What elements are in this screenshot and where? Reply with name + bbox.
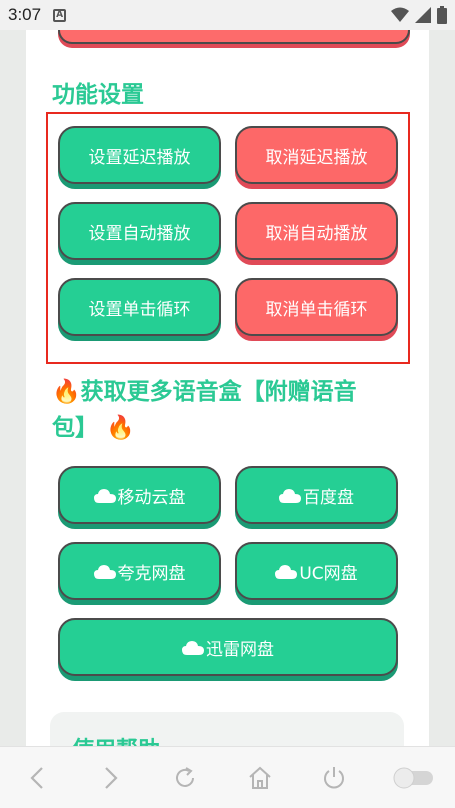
- signal-icon: [415, 7, 431, 23]
- bottom-nav: [0, 746, 455, 808]
- set-click-loop-button[interactable]: 设置单击循环: [58, 278, 221, 336]
- baidu-pan-button[interactable]: 百度盘: [235, 466, 398, 524]
- help-title: 使用帮助: [72, 732, 160, 746]
- status-time: 3:07: [8, 5, 42, 24]
- quark-pan-button[interactable]: 夸克网盘: [58, 542, 221, 600]
- refresh-button[interactable]: [165, 758, 205, 798]
- cloud-icon: [279, 485, 301, 505]
- uc-pan-button[interactable]: UC网盘: [235, 542, 398, 600]
- toggle-switch[interactable]: [388, 758, 438, 798]
- forward-button[interactable]: [91, 758, 131, 798]
- set-auto-play-button[interactable]: 设置自动播放: [58, 202, 221, 260]
- more-voice-box-title: 🔥获取更多语音盒【附赠语音包】 🔥: [52, 374, 402, 446]
- xunlei-pan-button[interactable]: 迅雷网盘: [58, 618, 398, 676]
- cloud-icon: [93, 485, 116, 505]
- xunlei-pan-label: 迅雷网盘: [206, 639, 274, 660]
- power-button[interactable]: [314, 758, 354, 798]
- partial-red-button[interactable]: [58, 30, 410, 44]
- forward-icon: [105, 766, 118, 789]
- more-title-text: 获取更多语音盒【附赠语音包】: [52, 379, 357, 441]
- home-icon: [248, 766, 271, 789]
- quark-pan-label: 夸克网盘: [117, 563, 186, 584]
- refresh-icon: [176, 766, 195, 787]
- power-icon: [323, 766, 344, 788]
- fire-icon: 🔥: [52, 379, 81, 405]
- cancel-delay-play-button[interactable]: 取消延迟播放: [235, 126, 398, 184]
- cloud-icon: [275, 561, 298, 581]
- uc-pan-label: UC网盘: [299, 563, 358, 584]
- page-content: 功能设置 设置延迟播放 取消延迟播放 设置自动播放 取消自动播放 设置单击循环 …: [26, 30, 429, 746]
- status-bar: 3:07 A: [0, 0, 455, 30]
- cloud-icon: [93, 561, 116, 581]
- mobile-cloud-label: 移动云盘: [117, 487, 186, 508]
- set-delay-play-button[interactable]: 设置延迟播放: [58, 126, 221, 184]
- battery-icon: [437, 6, 447, 24]
- back-button[interactable]: [17, 758, 57, 798]
- status-icons: [391, 6, 447, 24]
- baidu-pan-label: 百度盘: [303, 487, 354, 508]
- section-title: 功能设置: [52, 82, 144, 108]
- back-icon: [30, 766, 43, 789]
- mobile-cloud-button[interactable]: 移动云盘: [58, 466, 221, 524]
- help-card: 使用帮助: [50, 712, 404, 746]
- cancel-click-loop-button[interactable]: 取消单击循环: [235, 278, 398, 336]
- wifi-icon: [391, 7, 409, 23]
- notification-a-icon: A: [53, 8, 67, 22]
- fire-icon: 🔥: [106, 415, 135, 441]
- home-button[interactable]: [240, 758, 280, 798]
- cancel-auto-play-button[interactable]: 取消自动播放: [235, 202, 398, 260]
- cloud-icon: [182, 637, 204, 657]
